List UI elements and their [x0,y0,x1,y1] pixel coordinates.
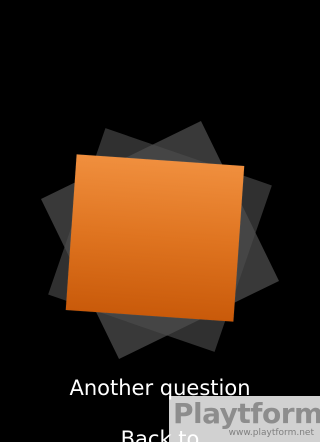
card-stack [40,120,280,360]
watermark-url: www.playtform.net [228,428,314,438]
orange-card[interactable] [65,154,245,322]
watermark-logo-text: Playtform [173,397,320,430]
game-screen: Another question Back to Playtform www.p… [0,0,320,442]
playtform-watermark: Playtform www.playtform.net [169,396,320,442]
